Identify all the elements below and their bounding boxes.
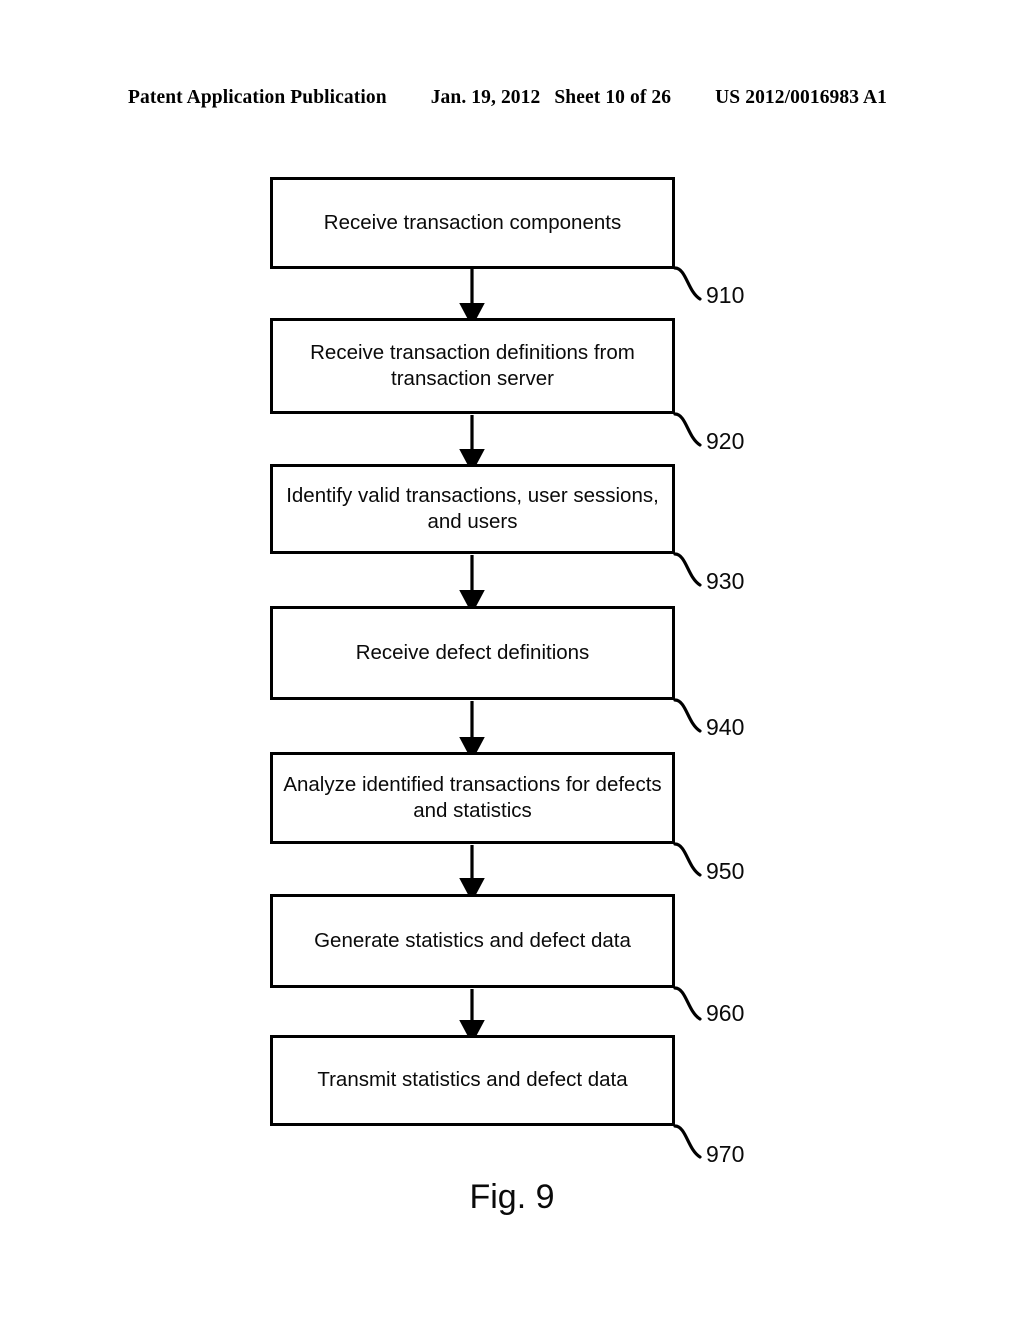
- flow-step-920-box[interactable]: Receive transaction definitions from tra…: [270, 318, 675, 414]
- flow-step-950-label: Analyze identified transactions for defe…: [283, 772, 662, 822]
- flow-step-960-label: Generate statistics and defect data: [314, 928, 631, 952]
- flow-step-930-box[interactable]: Identify valid transactions, user sessio…: [270, 464, 675, 554]
- reference-numeral-930: 930: [706, 568, 745, 594]
- leader-line-940: [673, 698, 702, 733]
- flow-step-930-label: Identify valid transactions, user sessio…: [286, 483, 659, 533]
- leader-line-970: [673, 1124, 702, 1159]
- reference-numeral-950: 950: [706, 858, 745, 884]
- leader-line-930: [673, 552, 702, 587]
- flow-step-950-box[interactable]: Analyze identified transactions for defe…: [270, 752, 675, 844]
- leader-line-910: [673, 266, 702, 301]
- reference-numeral-960: 960: [706, 1000, 745, 1026]
- leader-line-950: [673, 842, 702, 877]
- leader-line-920: [673, 412, 702, 447]
- reference-numeral-920: 920: [706, 428, 745, 454]
- figure-caption: Fig. 9: [469, 1178, 555, 1216]
- flow-step-920-label: Receive transaction definitions from tra…: [310, 340, 635, 390]
- flow-step-970-label: Transmit statistics and defect data: [317, 1068, 628, 1092]
- flowchart-figure-9: Receive transaction components 910 Recei…: [0, 0, 1024, 1320]
- flow-step-910-label: Receive transaction components: [323, 210, 622, 234]
- flow-step-940-box[interactable]: Receive defect definitions: [270, 606, 675, 700]
- reference-numeral-940: 940: [706, 714, 745, 740]
- reference-numeral-910: 910: [706, 282, 745, 308]
- reference-numeral-970: 970: [706, 1141, 745, 1167]
- leader-line-960: [673, 986, 702, 1021]
- flow-step-940-label: Receive defect definitions: [355, 640, 590, 664]
- flow-step-970-box[interactable]: Transmit statistics and defect data: [270, 1035, 675, 1126]
- flow-step-910-box[interactable]: Receive transaction components: [270, 177, 675, 269]
- flow-step-960-box[interactable]: Generate statistics and defect data: [270, 894, 675, 988]
